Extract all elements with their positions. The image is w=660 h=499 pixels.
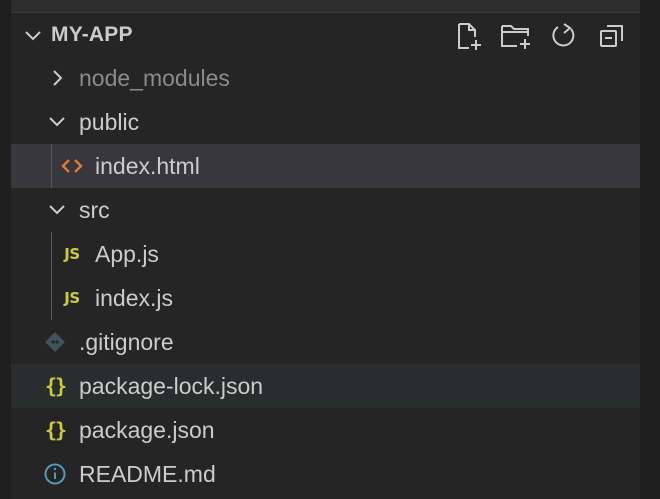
git-file-icon <box>43 320 67 364</box>
tree-item-label: package-lock.json <box>79 373 264 399</box>
tree-item-app-js[interactable]: JS App.js <box>11 232 640 276</box>
tree-item-label: index.html <box>95 153 200 179</box>
new-folder-icon[interactable] <box>499 19 533 53</box>
tree-item-index-html[interactable]: index.html <box>11 144 640 188</box>
project-title: MY-APP <box>51 23 133 46</box>
chevron-right-icon[interactable] <box>47 56 67 100</box>
tree-item-label: index.js <box>95 285 173 311</box>
refresh-icon[interactable] <box>547 19 581 53</box>
html-file-icon <box>61 144 83 188</box>
tree-item-label: .gitignore <box>79 329 174 355</box>
tree-item-label: public <box>79 109 140 135</box>
tree-item-src[interactable]: src <box>11 188 640 232</box>
indent-guide <box>51 232 52 320</box>
indent-guide <box>51 144 52 188</box>
info-file-icon <box>42 452 68 496</box>
explorer-section-header[interactable]: MY-APP <box>11 13 640 57</box>
editor-area-edge <box>640 0 660 499</box>
chevron-down-icon[interactable] <box>47 188 67 232</box>
chevron-down-icon[interactable] <box>47 100 67 144</box>
tree-item-public[interactable]: public <box>11 100 640 144</box>
js-file-icon: JS <box>64 245 80 263</box>
tree-item-label: README.md <box>79 461 216 487</box>
js-file-icon: JS <box>64 289 80 307</box>
chevron-down-icon[interactable] <box>23 26 43 46</box>
tree-item-gitignore[interactable]: .gitignore <box>11 320 640 364</box>
activity-bar-edge <box>0 0 11 499</box>
tree-item-label: package.json <box>79 417 215 443</box>
json-file-icon: {} <box>44 418 67 442</box>
tree-item-label: node_modules <box>79 65 230 91</box>
editor-tab-strip-edge <box>0 0 660 13</box>
tree-item-package-json[interactable]: {} package.json <box>11 408 640 452</box>
tree-item-label: src <box>79 197 110 223</box>
collapse-all-icon[interactable] <box>595 19 629 53</box>
tree-item-label: App.js <box>95 241 159 267</box>
new-file-icon[interactable] <box>451 19 485 53</box>
tree-item-readme-md[interactable]: README.md <box>11 452 640 496</box>
json-file-icon: {} <box>44 374 67 398</box>
tree-item-package-lock-json[interactable]: {} package-lock.json <box>11 364 640 408</box>
tree-item-index-js[interactable]: JS index.js <box>11 276 640 320</box>
explorer-panel: MY-APP node_modules public index.html sr… <box>11 13 640 499</box>
tree-item-node-modules[interactable]: node_modules <box>11 56 640 100</box>
